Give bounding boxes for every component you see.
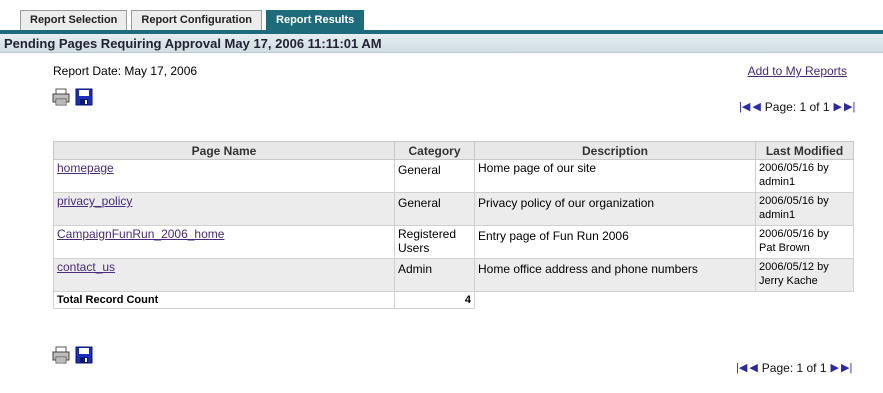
save-button-bottom[interactable] (75, 346, 93, 364)
column-header-page-name: Page Name (53, 141, 395, 160)
pager-bottom: |◀ ◀ Page: 1 of 1 ▶ ▶| (736, 361, 852, 375)
category-cell: Registered Users (394, 225, 475, 259)
category-cell: General (394, 159, 475, 193)
pager-label: Page: 1 of 1 (761, 361, 827, 375)
prev-page-icon[interactable]: ◀ (749, 362, 757, 374)
category-cell: General (394, 192, 475, 226)
next-page-icon[interactable]: ▶ (834, 101, 842, 113)
report-table: Page Name Category Description Last Modi… (53, 141, 854, 309)
first-page-icon[interactable]: |◀ (739, 101, 750, 113)
modified-by: admin1 (759, 209, 796, 221)
column-header-last-modified: Last Modified (755, 141, 854, 160)
modified-date: 2006/05/16 by (759, 195, 829, 207)
print-button-top[interactable] (52, 88, 70, 106)
page-name-cell: contact_us (53, 258, 395, 292)
save-icon (75, 88, 93, 106)
first-page-icon[interactable]: |◀ (736, 362, 747, 374)
last-page-icon[interactable]: ▶| (844, 101, 855, 113)
save-icon (75, 346, 93, 364)
column-header-description: Description (474, 141, 756, 160)
tab-report-results[interactable]: Report Results (266, 10, 365, 30)
page-name-cell: privacy_policy (53, 192, 395, 226)
page-link-privacy-policy[interactable]: privacy_policy (57, 194, 132, 208)
add-to-my-reports-link[interactable]: Add to My Reports (748, 64, 847, 78)
next-page-icon[interactable]: ▶ (831, 362, 839, 374)
table-row: homepage General Home page of our site 2… (53, 159, 854, 193)
description-cell: Privacy policy of our organization (474, 192, 756, 226)
table-row: CampaignFunRun_2006_home Registered User… (53, 225, 854, 259)
modified-date: 2006/05/16 by (759, 162, 829, 174)
table-row: contact_us Admin Home office address and… (53, 258, 854, 292)
last-modified-cell: 2006/05/16 by Pat Brown (755, 225, 854, 259)
page-title: Pending Pages Requiring Approval May 17,… (4, 36, 382, 51)
total-spacer (755, 291, 854, 309)
last-modified-cell: 2006/05/16 by admin1 (755, 159, 854, 193)
last-page-icon[interactable]: ▶| (841, 362, 852, 374)
modified-by: admin1 (759, 176, 796, 188)
prev-page-icon[interactable]: ◀ (752, 101, 760, 113)
modified-by: Pat Brown (759, 242, 810, 254)
total-value: 4 (394, 291, 475, 309)
save-button-top[interactable] (75, 88, 93, 106)
tab-report-selection[interactable]: Report Selection (20, 10, 128, 30)
page-link-homepage[interactable]: homepage (57, 161, 114, 175)
print-icon (52, 88, 70, 106)
modified-date: 2006/05/12 by (759, 261, 829, 273)
page-name-cell: CampaignFunRun_2006_home (53, 225, 395, 259)
last-modified-cell: 2006/05/12 by Jerry Kache (755, 258, 854, 292)
modified-by: Jerry Kache (759, 275, 818, 287)
page-link-campaign-fun-run[interactable]: CampaignFunRun_2006_home (57, 227, 224, 241)
column-header-category: Category (394, 141, 475, 160)
page-name-cell: homepage (53, 159, 395, 193)
description-cell: Home office address and phone numbers (474, 258, 756, 292)
total-row: Total Record Count 4 (53, 291, 854, 309)
print-button-bottom[interactable] (52, 346, 70, 364)
pager-label: Page: 1 of 1 (764, 100, 830, 114)
tab-bar: Report Selection Report Configuration Re… (20, 10, 365, 30)
description-cell: Entry page of Fun Run 2006 (474, 225, 756, 259)
total-label: Total Record Count (53, 291, 395, 309)
modified-date: 2006/05/16 by (759, 228, 829, 240)
description-cell: Home page of our site (474, 159, 756, 193)
total-spacer (474, 291, 756, 309)
report-title-bar: Pending Pages Requiring Approval May 17,… (0, 34, 883, 53)
tab-report-configuration[interactable]: Report Configuration (131, 10, 263, 30)
report-date: Report Date: May 17, 2006 (53, 64, 198, 78)
table-row: privacy_policy General Privacy policy of… (53, 192, 854, 226)
page-link-contact-us[interactable]: contact_us (57, 260, 115, 274)
print-icon (52, 346, 70, 364)
pager-top: |◀ ◀ Page: 1 of 1 ▶ ▶| (739, 100, 855, 114)
last-modified-cell: 2006/05/16 by admin1 (755, 192, 854, 226)
category-cell: Admin (394, 258, 475, 292)
